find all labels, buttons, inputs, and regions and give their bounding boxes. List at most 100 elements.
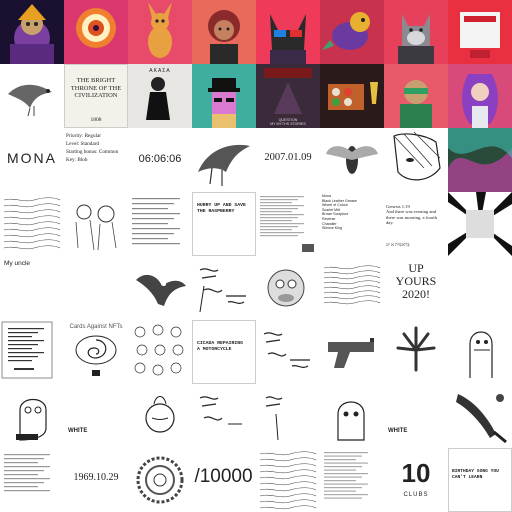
gallery-tile[interactable] — [192, 384, 256, 448]
traits-list: Priority: Regular Level: Standard Starting… — [66, 132, 118, 164]
gallery-tile[interactable] — [0, 192, 64, 256]
tile-artwork — [320, 128, 384, 192]
gallery-tile[interactable] — [128, 320, 192, 384]
gallery-tile[interactable] — [320, 0, 384, 64]
gallery-tile[interactable] — [448, 320, 512, 384]
gallery-tile[interactable] — [256, 0, 320, 64]
tile-artwork — [256, 448, 320, 512]
gallery-tile[interactable] — [384, 320, 448, 384]
gallery-tile[interactable] — [320, 320, 384, 384]
gallery-tile[interactable] — [256, 384, 320, 448]
tile-artwork — [0, 0, 64, 64]
gallery-tile[interactable] — [64, 0, 128, 64]
gallery-tile[interactable] — [64, 256, 128, 320]
gallery-tile[interactable] — [128, 384, 192, 448]
tile-artwork — [384, 128, 448, 192]
gallery-tile[interactable]: MONA — [0, 128, 64, 192]
tile-text: THE BRIGHT THRONE OF THE CIVILIZATION — [70, 77, 122, 99]
gallery-tile[interactable]: /10000 — [192, 448, 256, 512]
tile-artwork — [128, 320, 192, 384]
gallery-tile[interactable] — [256, 448, 320, 512]
tile-text: CICADA REPAIRING A MOTORCYCLE — [197, 341, 244, 352]
gallery-tile[interactable] — [320, 384, 384, 448]
tile-text: Cards Against NFTs — [69, 324, 123, 330]
nft-gallery-grid: THE BRIGHT THRONE OF THE CIVILIZATION 180… — [0, 0, 512, 512]
gallery-tile[interactable] — [192, 128, 256, 192]
tile-text: UP YOURS 2020! — [395, 261, 437, 301]
tile-artwork — [320, 320, 384, 384]
gallery-tile[interactable] — [128, 448, 192, 512]
tile-artwork — [256, 320, 320, 384]
tile-text: 2007.01.09 — [264, 152, 312, 163]
gallery-tile[interactable] — [320, 256, 384, 320]
gallery-tile[interactable] — [128, 192, 192, 256]
tile-artwork — [0, 192, 64, 256]
gallery-tile[interactable] — [0, 448, 64, 512]
tile-artwork — [128, 448, 192, 512]
tile-artwork — [320, 256, 384, 320]
gallery-tile[interactable] — [448, 0, 512, 64]
gallery-tile[interactable]: WHITE — [384, 384, 448, 448]
gallery-tile[interactable]: ΑΚΑΣΑ — [128, 64, 192, 128]
gallery-tile[interactable] — [256, 256, 320, 320]
gallery-tile[interactable] — [448, 64, 512, 128]
tile-artwork — [0, 64, 64, 128]
gallery-tile[interactable]: BIRTHDAY SONG YOU CAN'T LEARN — [448, 448, 512, 512]
tile-artwork — [320, 384, 384, 448]
gallery-tile[interactable] — [384, 0, 448, 64]
tile-artwork — [128, 192, 192, 256]
tile-artwork — [128, 256, 192, 320]
gallery-tile[interactable] — [320, 64, 384, 128]
tile-text: CLUBS — [403, 492, 429, 498]
tile-text: HURRY UP AND SAVE THE RASPBERRY — [197, 203, 246, 214]
tile-artwork — [128, 384, 192, 448]
gallery-tile[interactable] — [0, 0, 64, 64]
gallery-tile[interactable]: Cards Against NFTs — [64, 320, 128, 384]
tile-artwork — [448, 256, 512, 320]
gallery-tile[interactable] — [448, 192, 512, 256]
tile-artwork — [0, 320, 64, 384]
trait-line: Priority: Regular — [66, 133, 102, 139]
tile-text: 10 — [401, 458, 431, 488]
gallery-tile[interactable] — [192, 0, 256, 64]
gallery-tile[interactable] — [448, 384, 512, 448]
gallery-tile[interactable] — [0, 64, 64, 128]
gallery-tile[interactable]: THE BRIGHT THRONE OF THE CIVILIZATION 180… — [64, 64, 128, 128]
gallery-tile[interactable]: UP YOURS 2020! — [384, 256, 448, 320]
gallery-tile[interactable]: 06:06:06 — [128, 128, 192, 192]
gallery-tile[interactable]: My uncle — [0, 256, 64, 320]
gallery-tile[interactable]: CICADA REPAIRING A MOTORCYCLE — [192, 320, 256, 384]
tile-artwork — [448, 384, 512, 448]
gallery-tile[interactable] — [256, 320, 320, 384]
gallery-tile[interactable]: 1969.10.29 — [64, 448, 128, 512]
tile-artwork — [320, 64, 384, 128]
gallery-tile[interactable] — [128, 256, 192, 320]
gallery-tile[interactable]: HURRY UP AND SAVE THE RASPBERRY — [192, 192, 256, 256]
gallery-tile[interactable] — [320, 128, 384, 192]
gallery-tile[interactable]: QUESTION MY MYTHS STORIES — [256, 64, 320, 128]
gallery-tile[interactable] — [192, 64, 256, 128]
gallery-tile[interactable]: Mona Black Leather Grease Wheel of Colour S… — [320, 192, 384, 256]
gallery-tile[interactable] — [448, 128, 512, 192]
gallery-tile[interactable] — [128, 0, 192, 64]
gallery-tile[interactable]: Genesis 1:19 And there was evening and t… — [384, 192, 448, 256]
gallery-tile[interactable] — [0, 384, 64, 448]
gallery-tile[interactable] — [192, 256, 256, 320]
trait-line: Level: Standard — [66, 141, 99, 147]
gallery-tile[interactable] — [64, 192, 128, 256]
gallery-tile[interactable] — [0, 320, 64, 384]
gallery-tile[interactable]: Priority: Regular Level: Standard Starting… — [64, 128, 128, 192]
tile-artwork — [256, 0, 320, 64]
gallery-tile[interactable] — [384, 64, 448, 128]
gallery-tile[interactable]: 10 CLUBS — [384, 448, 448, 512]
gallery-tile[interactable] — [384, 128, 448, 192]
tile-artwork — [192, 256, 256, 320]
gallery-tile[interactable] — [256, 192, 320, 256]
gallery-tile[interactable] — [448, 256, 512, 320]
gallery-tile[interactable]: WHITE — [64, 384, 128, 448]
tile-artwork — [128, 0, 192, 64]
tile-text: 1969.10.29 — [73, 472, 119, 483]
gallery-tile[interactable] — [320, 448, 384, 512]
tile-text: בְּרֵאשִׁית א יט — [386, 242, 410, 247]
gallery-tile[interactable]: 2007.01.09 — [256, 128, 320, 192]
